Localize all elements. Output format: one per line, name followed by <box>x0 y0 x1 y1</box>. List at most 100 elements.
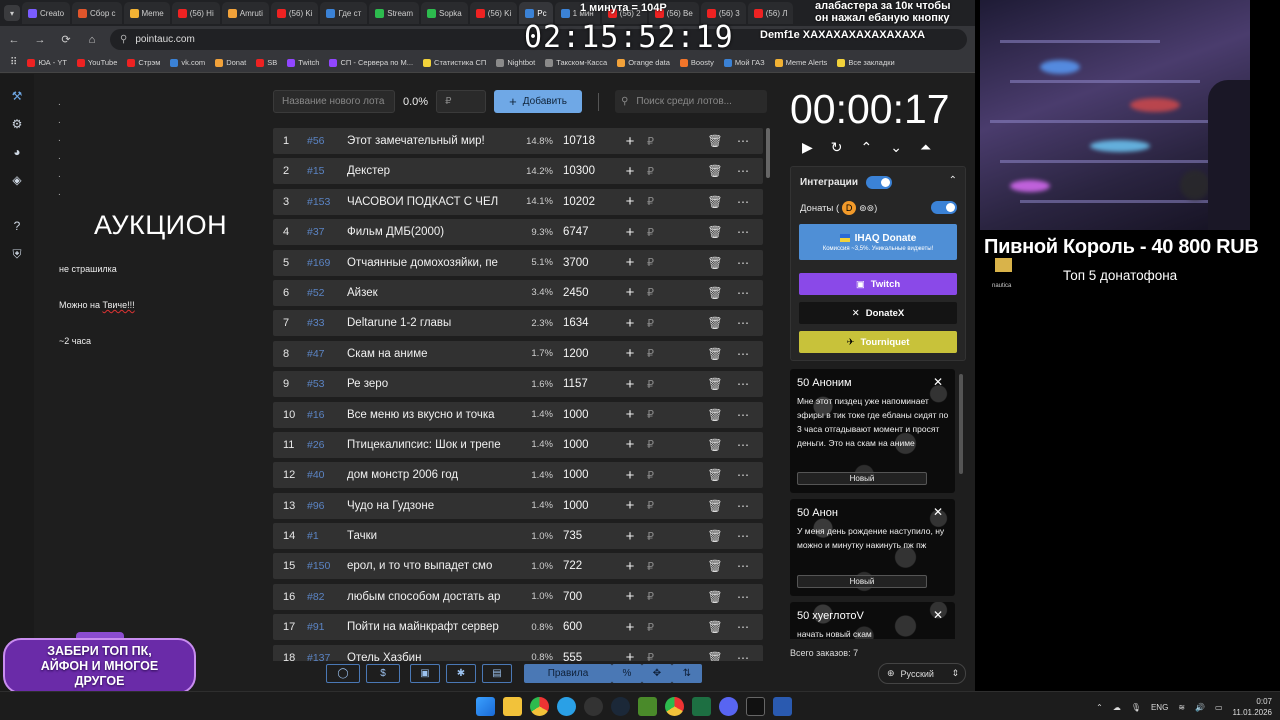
browser-tab[interactable]: (56) Ki <box>270 2 319 24</box>
add-lot-button[interactable]: + Добавить <box>494 90 583 113</box>
add-amount-icon[interactable]: + <box>613 497 647 514</box>
lot-name[interactable]: Этот замечательный мир! <box>347 135 507 147</box>
lot-name[interactable]: Фильм ДМБ(2000) <box>347 226 507 238</box>
add-amount-icon[interactable]: + <box>613 558 647 575</box>
trash-icon[interactable]: 🗑 <box>701 225 729 239</box>
more-icon[interactable]: ⋯ <box>729 225 757 239</box>
trash-icon[interactable]: 🗑 <box>701 256 729 270</box>
bookmark-item[interactable]: Статистика СП <box>423 58 486 67</box>
new-lot-amount-input[interactable]: ₽ <box>436 90 487 113</box>
chrome-alt-icon[interactable] <box>665 697 684 716</box>
donations-scrollbar[interactable] <box>959 374 963 474</box>
integrations-toggle[interactable] <box>865 176 892 189</box>
twitch-button[interactable]: ▣ Twitch <box>799 273 957 295</box>
bookmark-item[interactable]: Мой ГАЗ <box>723 58 765 67</box>
donations-toggle[interactable] <box>931 201 957 214</box>
add-amount-icon[interactable]: + <box>613 649 647 661</box>
shield-icon[interactable]: ⛨ <box>9 246 25 262</box>
home-icon[interactable]: ⌂ <box>84 32 100 48</box>
battery-icon[interactable]: ▭ <box>1215 703 1223 712</box>
help-icon[interactable]: ? <box>9 218 25 234</box>
bookmark-item[interactable]: Orange data <box>617 58 670 67</box>
close-icon[interactable]: ✕ <box>933 505 943 519</box>
bookmark-item[interactable]: Donat <box>215 58 246 67</box>
bookmark-item[interactable]: ЮА - YT <box>27 58 67 67</box>
steam-icon[interactable] <box>611 697 630 716</box>
bookmark-item[interactable]: Twitch <box>287 58 319 67</box>
lot-id[interactable]: #53 <box>307 378 347 390</box>
browser-tab[interactable]: Где ст <box>320 2 368 24</box>
trash-icon[interactable]: 🗑 <box>701 620 729 634</box>
amount-input[interactable]: ₽ <box>647 256 673 269</box>
more-icon[interactable]: ⋯ <box>729 256 757 270</box>
bookmark-item[interactable]: YouTube <box>76 58 117 67</box>
more-icon[interactable]: ⋯ <box>729 164 757 178</box>
browser-tab[interactable]: (56) Л <box>747 2 794 24</box>
lot-name[interactable]: Айзек <box>347 287 507 299</box>
discord-icon[interactable] <box>719 697 738 716</box>
browser-tab[interactable]: Amruti <box>221 2 269 24</box>
more-icon[interactable]: ⋯ <box>729 651 757 661</box>
explorer-icon[interactable] <box>503 697 522 716</box>
reset-icon[interactable]: ↻ <box>831 139 843 156</box>
trash-icon[interactable]: 🗑 <box>701 529 729 543</box>
browser-tab[interactable]: Sopka <box>421 2 468 24</box>
browser-tab[interactable]: Stream <box>369 2 420 24</box>
amount-input[interactable]: ₽ <box>647 530 673 543</box>
amount-input[interactable]: ₽ <box>647 347 673 360</box>
amount-input[interactable]: ₽ <box>647 408 673 421</box>
add-amount-icon[interactable]: + <box>613 619 647 636</box>
amount-input[interactable]: ₽ <box>647 226 673 239</box>
more-icon[interactable]: ⋯ <box>729 529 757 543</box>
more-icon[interactable]: ⋯ <box>729 286 757 300</box>
lot-id[interactable]: #52 <box>307 287 347 299</box>
trash-icon[interactable]: 🗑 <box>701 499 729 513</box>
add-amount-icon[interactable]: + <box>613 376 647 393</box>
telegram-app-icon[interactable] <box>557 697 576 716</box>
lot-name[interactable]: Отель Хазбин <box>347 652 507 661</box>
lot-name[interactable]: Ре зеро <box>347 378 507 390</box>
save-icon[interactable]: ▣ <box>410 664 440 683</box>
chrome-icon[interactable] <box>530 697 549 716</box>
delete-all-icon[interactable]: ▤ <box>482 664 512 683</box>
add-amount-icon[interactable]: + <box>613 436 647 453</box>
bookmark-item[interactable]: Такском-Касса <box>545 58 607 67</box>
lot-search-input[interactable]: ⚲ Поиск среди лотов... <box>615 90 768 113</box>
add-amount-icon[interactable]: + <box>613 315 647 332</box>
trash-icon[interactable]: 🗑 <box>701 164 729 178</box>
browser-tab[interactable]: Creato <box>22 2 71 24</box>
lot-name[interactable]: дом монстр 2006 год <box>347 469 507 481</box>
bookmark-item[interactable]: Nightbot <box>496 58 535 67</box>
more-icon[interactable]: ⋯ <box>729 499 757 513</box>
add-amount-icon[interactable]: + <box>613 224 647 241</box>
bookmark-item[interactable]: Meme Alerts <box>774 58 827 67</box>
play-icon[interactable]: ▶ <box>802 139 813 156</box>
amount-input[interactable]: ₽ <box>647 560 673 573</box>
trash-icon[interactable]: 🗑 <box>701 377 729 391</box>
add-amount-icon[interactable]: + <box>613 254 647 271</box>
lot-name[interactable]: Декстер <box>347 165 507 177</box>
add-amount-icon[interactable]: + <box>613 345 647 362</box>
github-icon[interactable]: ◯ <box>326 664 360 683</box>
trash-icon[interactable]: 🗑 <box>701 590 729 604</box>
amount-input[interactable]: ₽ <box>647 135 673 148</box>
wheel-icon[interactable]: ◕ <box>9 144 25 160</box>
lot-id[interactable]: #26 <box>307 439 347 451</box>
lot-name[interactable]: Чудо на Гудзоне <box>347 500 507 512</box>
lot-id[interactable]: #82 <box>307 591 347 603</box>
amount-input[interactable]: ₽ <box>647 469 673 482</box>
close-icon[interactable]: ✕ <box>933 375 943 389</box>
lot-id[interactable]: #1 <box>307 530 347 542</box>
cloud-icon[interactable]: ☁ <box>1113 703 1121 712</box>
amount-input[interactable]: ₽ <box>647 651 673 661</box>
language-select[interactable]: ⊕ Русский ⇕ <box>878 663 966 684</box>
amount-input[interactable]: ₽ <box>647 499 673 512</box>
amount-input[interactable]: ₽ <box>647 378 673 391</box>
add-amount-icon[interactable]: + <box>613 406 647 423</box>
more-icon[interactable]: ⋯ <box>729 316 757 330</box>
browser-tab[interactable]: (56) Hi <box>171 2 220 24</box>
lot-name[interactable]: Deltarune 1-2 главы <box>347 317 507 329</box>
lot-id[interactable]: #37 <box>307 226 347 238</box>
trash-icon[interactable]: 🗑 <box>701 651 729 661</box>
more-icon[interactable]: ⋯ <box>729 620 757 634</box>
